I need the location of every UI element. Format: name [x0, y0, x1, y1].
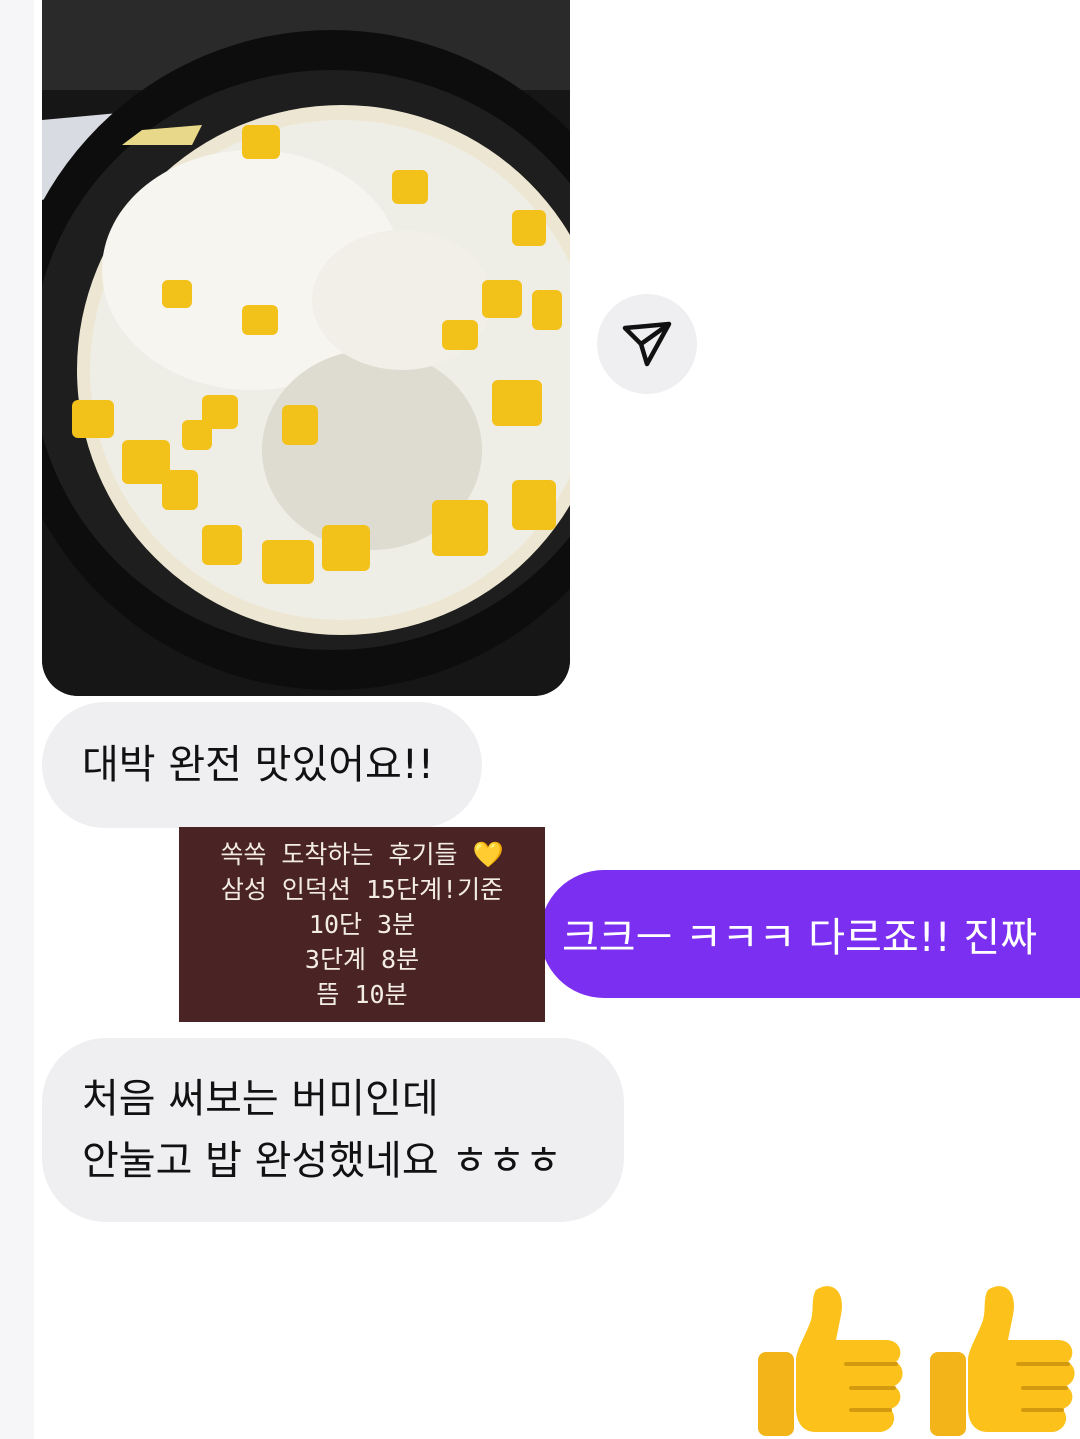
note-line: 삼성 인덕션 15단계!기준	[220, 875, 504, 904]
share-button[interactable]	[597, 294, 697, 394]
thumbs-up-icon	[930, 1286, 1075, 1436]
thumbs-up-icon	[758, 1286, 903, 1436]
send-icon	[622, 321, 672, 367]
yellow-heart-icon: 💛	[472, 840, 504, 869]
received-message: 대박 완전 맛있어요!!	[42, 702, 482, 828]
note-line: 뜸 10분	[316, 980, 408, 1009]
received-message: 처음 써보는 버미인데 안눌고 밥 완성했네요 ㅎㅎㅎ	[42, 1038, 624, 1222]
recipe-note-overlay: 쏙쏙 도착하는 후기들 💛 삼성 인덕션 15단계!기준 10단 3분 3단계 …	[179, 827, 545, 1022]
message-text: 대박 완전 맛있어요!!	[82, 742, 434, 788]
photo-message-rice-with-sweet-potato[interactable]	[42, 0, 570, 696]
message-line: 처음 써보는 버미인데	[82, 1076, 439, 1122]
left-gutter	[0, 0, 34, 1439]
note-line: 10단 3분	[308, 910, 416, 939]
message-text: 크크ㅡ ㅋㅋㅋ 다르죠!! 진짜	[562, 915, 1038, 961]
message-line: 안눌고 밥 완성했네요 ㅎㅎㅎ	[82, 1138, 562, 1184]
note-line: 3단계 8분	[304, 945, 420, 974]
note-line: 쏙쏙 도착하는 후기들 💛	[220, 840, 504, 869]
sent-message: 크크ㅡ ㅋㅋㅋ 다르죠!! 진짜	[540, 870, 1080, 998]
